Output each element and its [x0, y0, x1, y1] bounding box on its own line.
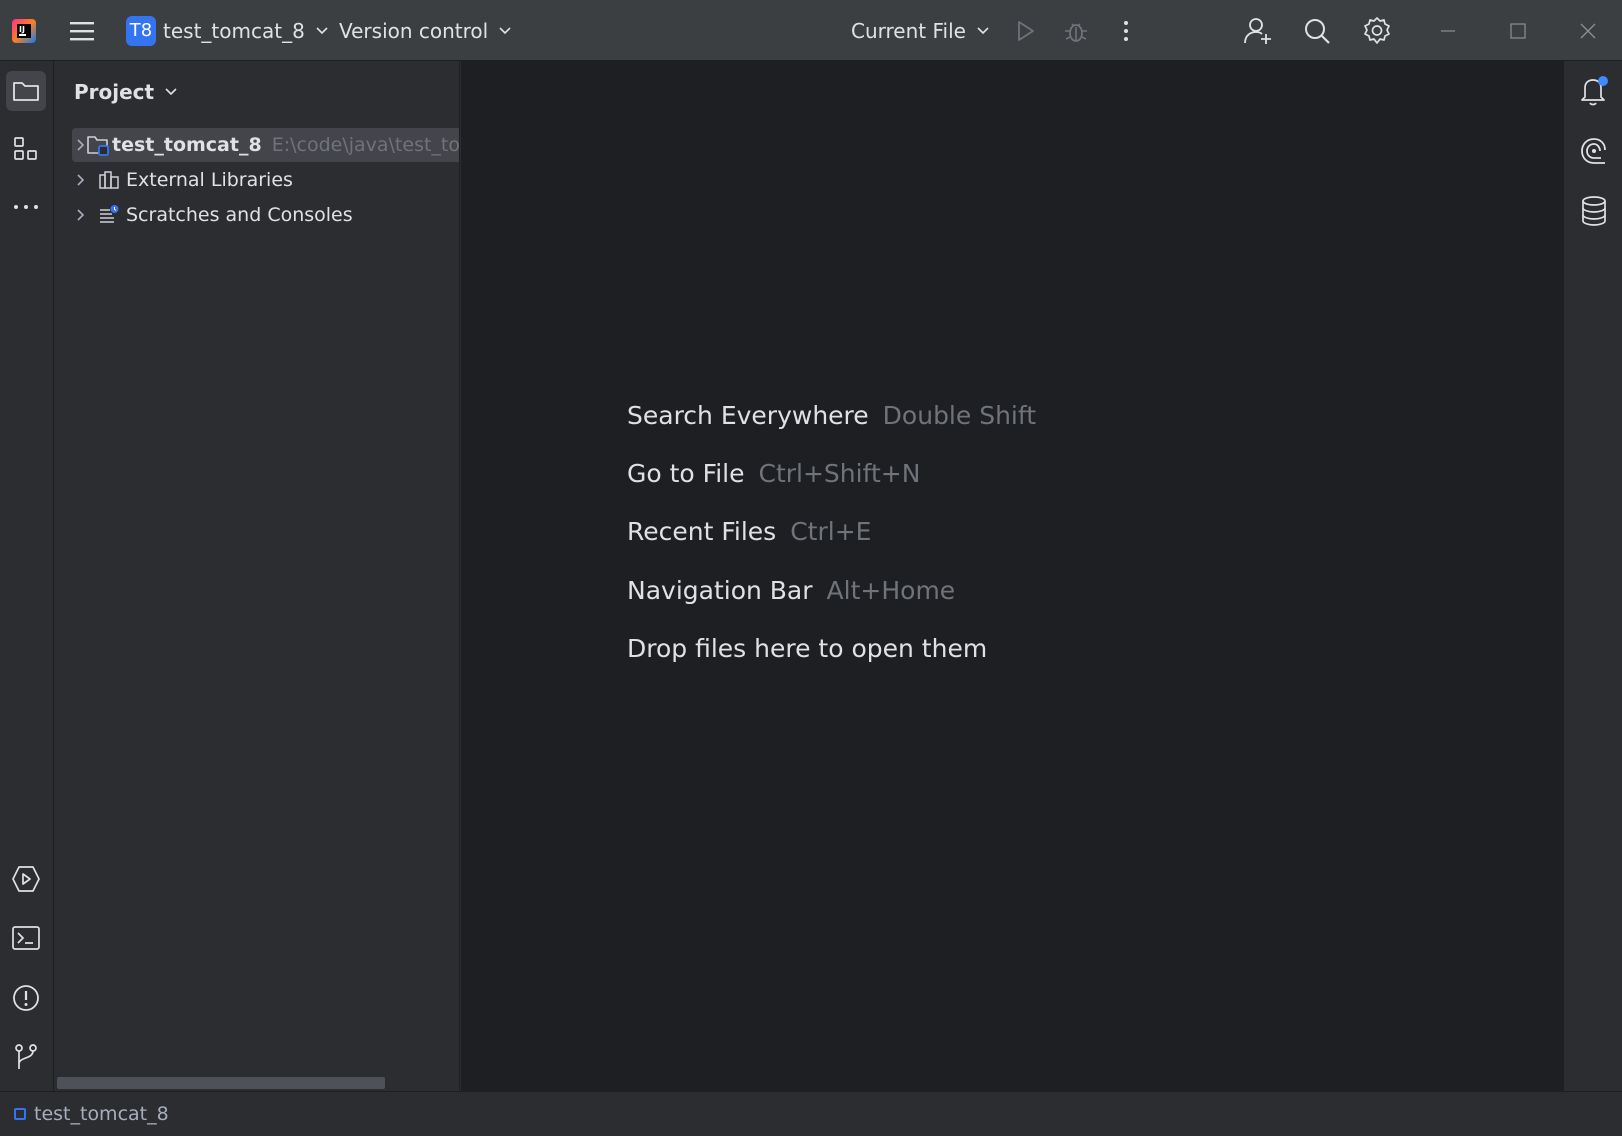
tree-item-label: Scratches and Consoles — [126, 204, 353, 226]
debug-button[interactable] — [1062, 0, 1090, 61]
chevron-right-icon — [77, 174, 85, 186]
terminal-tool-button[interactable] — [6, 918, 46, 958]
database-button[interactable] — [1574, 191, 1614, 231]
services-icon — [12, 866, 40, 892]
project-tool-button[interactable] — [6, 71, 46, 111]
maximize-icon — [1510, 22, 1526, 39]
run-button[interactable] — [1012, 0, 1038, 61]
expand-arrow[interactable] — [76, 208, 98, 222]
hint-drop-files: Drop files here to open them — [627, 630, 987, 666]
terminal-icon — [12, 926, 40, 950]
minimize-button[interactable] — [1439, 0, 1457, 61]
ai-assistant-button[interactable] — [1574, 131, 1614, 171]
chevron-right-icon — [77, 209, 85, 221]
module-folder-icon — [86, 134, 110, 156]
close-icon — [1580, 23, 1596, 38]
project-selector[interactable]: T8 test_tomcat_8 — [126, 0, 329, 61]
status-bar: test_tomcat_8 — [0, 1091, 1622, 1136]
version-control-menu[interactable]: Version control — [339, 0, 512, 61]
right-tool-bar — [1563, 61, 1622, 1091]
problems-tool-button[interactable] — [6, 978, 46, 1018]
hint-action: Search Everywhere — [627, 400, 869, 430]
hint-action: Navigation Bar — [627, 575, 813, 605]
project-name: test_tomcat_8 — [163, 18, 305, 43]
app-logo-icon: IJ — [10, 0, 38, 61]
tree-item-label: External Libraries — [126, 169, 293, 191]
services-tool-button[interactable] — [6, 859, 46, 899]
more-tool-windows-button[interactable] — [6, 187, 46, 227]
scratches-icon — [98, 204, 124, 226]
bell-icon — [1581, 76, 1608, 106]
hint-shortcut: Alt+Home — [826, 575, 956, 605]
tree-item-project-root[interactable]: test_tomcat_8 E:\code\java\test_to — [72, 128, 460, 162]
ai-assistant-icon — [1581, 138, 1606, 164]
hint-navigation-bar: Navigation Bar Alt+Home — [627, 572, 955, 608]
chevron-down-icon — [165, 88, 177, 96]
search-icon — [1305, 18, 1330, 44]
hint-go-to-file: Go to File Ctrl+Shift+N — [627, 455, 920, 491]
chevron-down-icon — [977, 26, 989, 34]
database-icon — [1582, 196, 1606, 226]
tree-item-scratches-and-consoles[interactable]: Scratches and Consoles — [72, 198, 459, 232]
structure-icon — [14, 137, 37, 160]
code-with-me-button[interactable] — [1243, 0, 1273, 61]
structure-tool-button[interactable] — [6, 129, 46, 169]
chevron-down-icon — [499, 26, 511, 34]
notification-dot — [1598, 76, 1608, 86]
git-branch-icon — [15, 1044, 37, 1069]
horizontal-scrollbar[interactable] — [57, 1077, 385, 1089]
expand-arrow[interactable] — [76, 138, 86, 152]
tree-item-path: E:\code\java\test_to — [271, 134, 460, 156]
git-tool-button[interactable] — [6, 1037, 46, 1077]
hamburger-icon — [70, 21, 94, 40]
hint-shortcut: Ctrl+E — [790, 516, 872, 546]
minimize-icon — [1441, 29, 1455, 32]
problems-icon — [13, 985, 39, 1011]
close-button[interactable] — [1579, 0, 1597, 61]
notifications-button[interactable] — [1574, 71, 1614, 111]
search-button[interactable] — [1303, 0, 1331, 61]
expand-arrow[interactable] — [76, 173, 98, 187]
hint-action: Go to File — [627, 458, 745, 488]
more-vertical-icon — [1124, 20, 1128, 41]
hint-recent-files: Recent Files Ctrl+E — [627, 513, 871, 549]
project-badge: T8 — [126, 15, 156, 46]
hint-shortcut: Double Shift — [882, 400, 1037, 430]
vcs-label: Version control — [339, 18, 489, 43]
status-breadcrumb[interactable]: test_tomcat_8 — [34, 1103, 169, 1125]
project-tool-window: Project test_tomcat_8 E:\code\java\test_… — [55, 61, 460, 1091]
svg-text:IJ: IJ — [19, 25, 25, 34]
chevron-down-icon — [316, 26, 328, 34]
add-user-icon — [1244, 17, 1271, 44]
bug-icon — [1065, 22, 1087, 42]
tree-item-label: test_tomcat_8 — [112, 134, 262, 156]
hint-search-everywhere: Search Everywhere Double Shift — [627, 397, 1036, 433]
more-actions-button[interactable] — [1116, 0, 1136, 61]
maximize-button[interactable] — [1509, 0, 1527, 61]
project-panel-title: Project — [74, 80, 155, 104]
chevron-right-icon — [77, 139, 85, 151]
gear-icon — [1364, 16, 1390, 44]
hint-shortcut: Ctrl+Shift+N — [758, 458, 921, 488]
hint-action: Drop files here to open them — [627, 633, 988, 663]
library-icon — [98, 169, 124, 191]
run-config-selector[interactable]: Current File — [851, 0, 990, 61]
folder-icon — [13, 82, 39, 101]
run-icon — [1018, 20, 1034, 41]
title-bar: IJ T8 test_tomcat_8 Version control Curr… — [0, 0, 1622, 61]
project-view-selector[interactable]: Project — [74, 77, 178, 107]
editor-empty-area: Search Everywhere Double Shift Go to Fil… — [461, 61, 1563, 1091]
run-config-label: Current File — [851, 18, 966, 43]
left-tool-bar — [0, 61, 54, 1091]
module-icon — [14, 1108, 26, 1120]
main-menu-button[interactable] — [68, 0, 96, 61]
tree-item-external-libraries[interactable]: External Libraries — [72, 163, 459, 197]
hint-action: Recent Files — [627, 516, 777, 546]
more-horizontal-icon — [14, 205, 38, 209]
settings-button[interactable] — [1362, 0, 1392, 61]
